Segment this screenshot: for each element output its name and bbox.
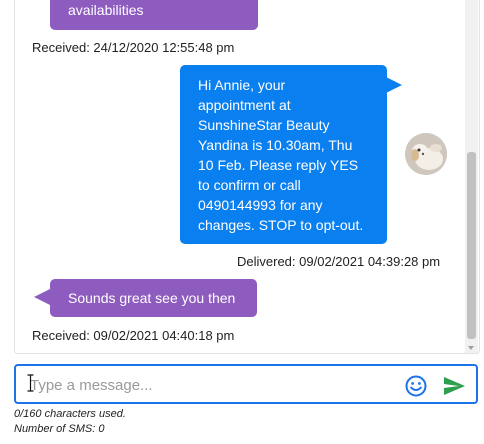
incoming-message-bubble: availabilities — [50, 0, 258, 30]
message-delivered-timestamp: Delivered: 09/02/2021 04:39:28 pm — [237, 254, 441, 269]
outgoing-message-bubble: Hi Annie, your appointment at SunshineSt… — [180, 65, 387, 244]
text-cursor-icon — [27, 374, 34, 392]
bubble-tail — [386, 77, 402, 93]
message-line: to confirm or call — [198, 177, 301, 193]
message-text: Sounds great see you then — [68, 290, 236, 306]
message-line: SunshineStar Beauty — [198, 117, 330, 133]
message-line: Hi Annie, your — [198, 77, 286, 93]
message-text: availabilities — [68, 2, 144, 18]
message-line: 10 Feb. Please reply YES — [198, 157, 359, 173]
message-line: 0490144993 for any — [198, 197, 323, 213]
dog-avatar — [405, 133, 447, 175]
message-line: changes. STOP to opt-out. — [198, 217, 364, 233]
character-count: 0/160 characters used. — [14, 408, 126, 420]
scrollbar-thumb[interactable] — [467, 152, 476, 339]
send-icon[interactable] — [442, 374, 466, 398]
message-composer — [14, 364, 478, 404]
sms-count: Number of SMS: 0 — [14, 423, 105, 435]
message-input[interactable] — [28, 374, 402, 396]
message-line: Yandina is 10.30am, Thu — [198, 137, 353, 153]
message-received-timestamp: Received: 24/12/2020 12:55:48 pm — [32, 40, 235, 55]
scroll-down-arrow-icon[interactable] — [468, 346, 474, 350]
message-thread[interactable]: availabilities Received: 24/12/2020 12:5… — [14, 0, 480, 354]
message-received-timestamp: Received: 09/02/2021 04:40:18 pm — [32, 328, 235, 343]
smiley-icon[interactable] — [404, 374, 428, 398]
incoming-message-bubble: Sounds great see you then — [50, 279, 257, 317]
bubble-tail — [34, 289, 50, 305]
scrollbar[interactable] — [465, 0, 478, 353]
message-line: appointment at — [198, 97, 291, 113]
